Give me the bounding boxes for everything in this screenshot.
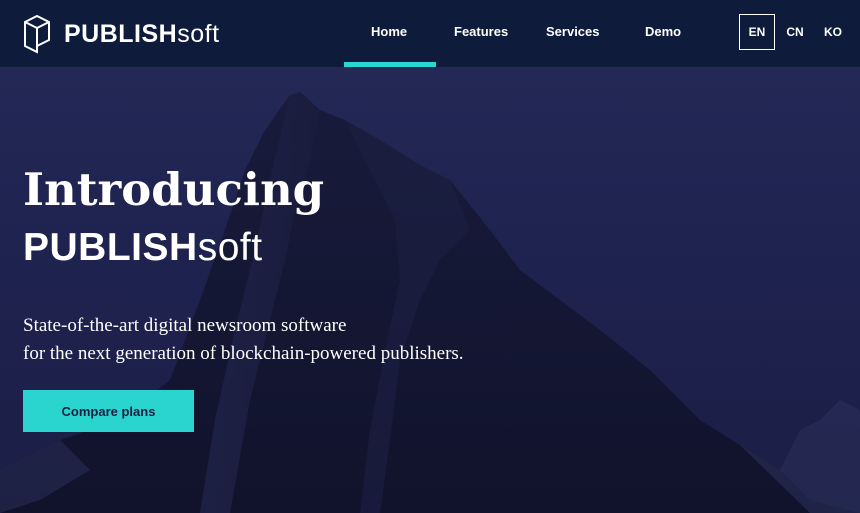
hero-brand-name: PUBLISHsoft bbox=[23, 222, 263, 274]
hero-brand-light: soft bbox=[197, 226, 263, 269]
nav-services[interactable]: Services bbox=[546, 24, 600, 39]
logo-text: PUBLISHsoft bbox=[64, 14, 220, 54]
hero-subtext-line-1: State-of-the-art digital newsroom softwa… bbox=[23, 315, 347, 336]
hero-subtext: State-of-the-art digital newsroom softwa… bbox=[23, 312, 464, 368]
hero-headline: Introducing bbox=[23, 163, 325, 216]
brand-logo[interactable]: PUBLISHsoft bbox=[22, 14, 220, 54]
language-en-button[interactable]: EN bbox=[739, 14, 775, 50]
active-nav-indicator bbox=[344, 62, 436, 67]
language-ko-button[interactable]: KO bbox=[818, 14, 848, 50]
nav-features[interactable]: Features bbox=[454, 24, 508, 39]
hero-brand-bold: PUBLISH bbox=[23, 226, 198, 269]
logo-text-bold: PUBLISH bbox=[64, 20, 178, 48]
hero-subtext-line-2: for the next generation of blockchain-po… bbox=[23, 343, 464, 364]
logo-text-light: soft bbox=[177, 20, 220, 48]
nav-demo[interactable]: Demo bbox=[645, 24, 681, 39]
compare-plans-button[interactable]: Compare plans bbox=[23, 390, 194, 432]
language-cn-button[interactable]: CN bbox=[780, 14, 810, 50]
nav-home[interactable]: Home bbox=[371, 24, 407, 39]
top-navbar: PUBLISHsoft Home Features Services Demo … bbox=[0, 0, 860, 67]
logo-mark-icon bbox=[24, 14, 50, 54]
